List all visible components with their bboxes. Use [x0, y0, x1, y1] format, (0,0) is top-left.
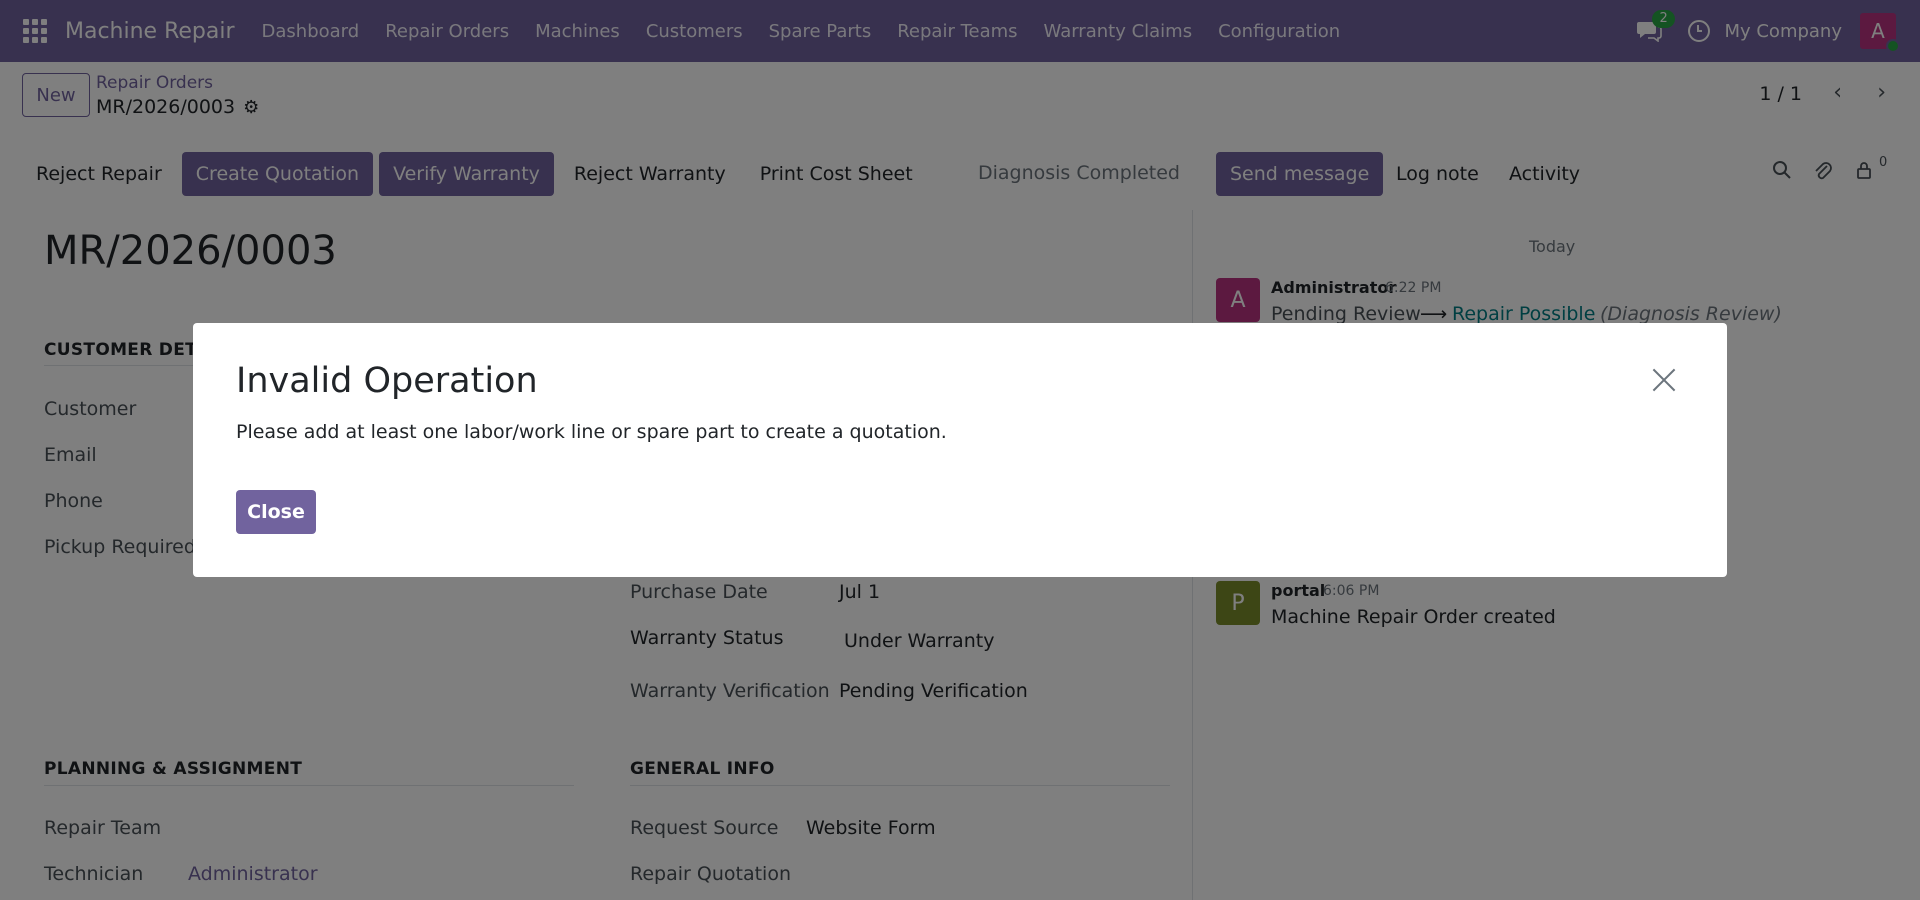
dialog-message: Please add at least one labor/work line … [236, 421, 947, 443]
invalid-operation-dialog: Invalid Operation Please add at least on… [193, 323, 1727, 577]
close-button[interactable]: Close [236, 490, 316, 534]
close-icon[interactable] [1651, 367, 1677, 393]
dialog-title: Invalid Operation [236, 361, 538, 401]
